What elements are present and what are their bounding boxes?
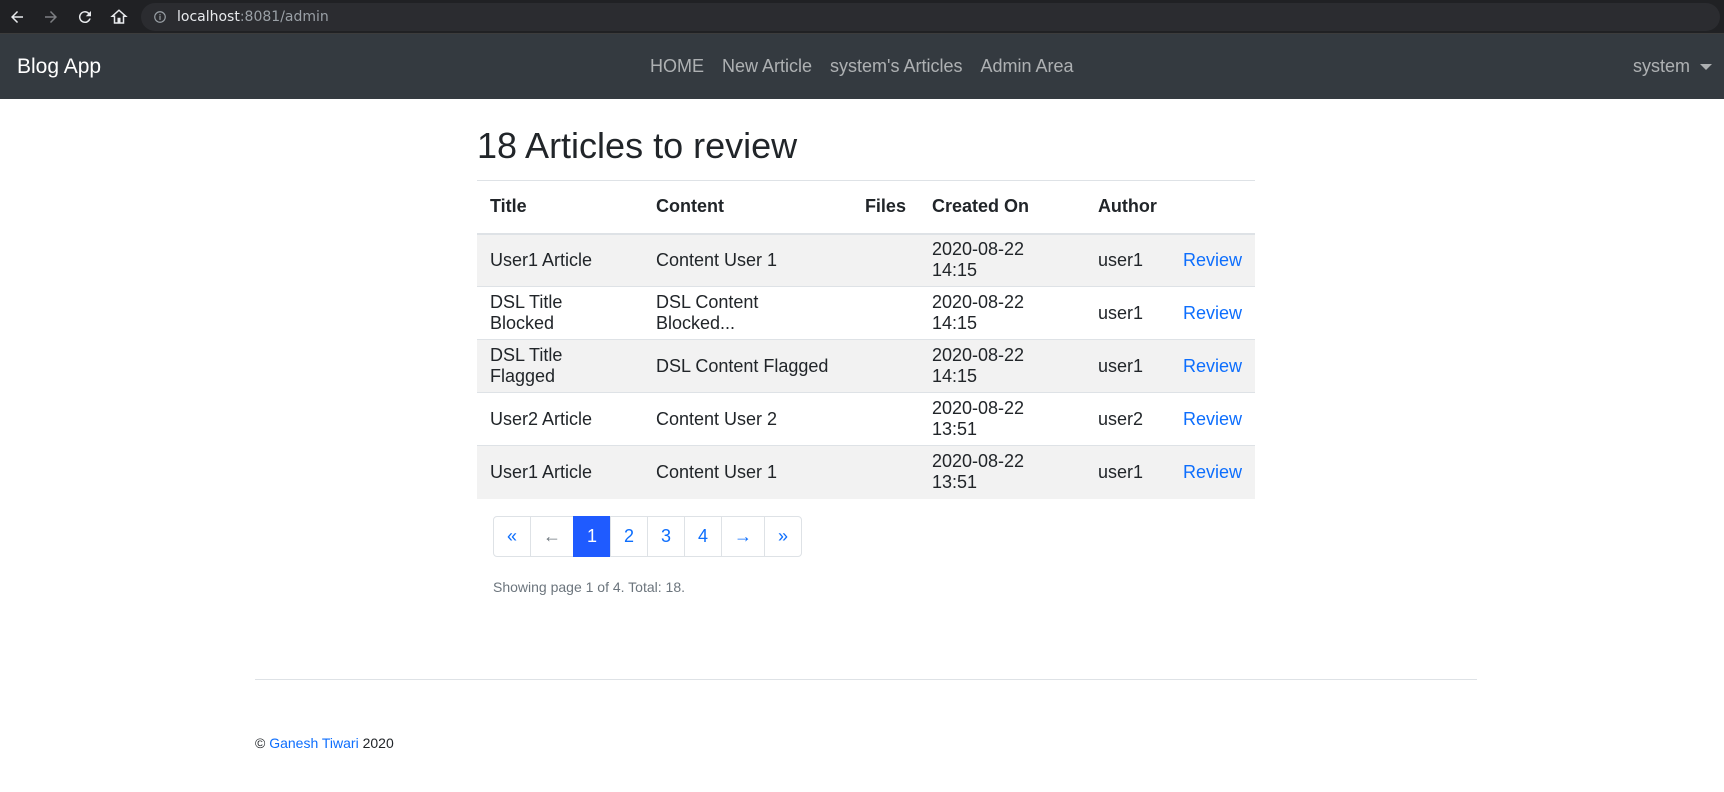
nav-admin-area[interactable]: Admin Area (981, 56, 1074, 77)
cell-content: Content User 1 (642, 233, 852, 287)
app-navbar: Blog App HOME New Article system's Artic… (0, 34, 1724, 99)
cell-content: Content User 1 (642, 445, 852, 499)
user-name: system (1632, 56, 1690, 76)
pagination: « ← 1 2 3 4 → » (493, 515, 1255, 557)
review-link[interactable]: Review (1183, 303, 1242, 323)
cell-title: DSL Title Flagged (477, 339, 643, 393)
home-icon[interactable] (102, 0, 136, 34)
table-row: DSL Title Blocked DSL Content Blocked...… (477, 286, 1255, 340)
cell-title: DSL Title Blocked (477, 286, 643, 340)
review-link[interactable]: Review (1183, 250, 1242, 270)
review-link[interactable]: Review (1183, 356, 1242, 376)
table-row: User2 Article Content User 2 2020-08-22 … (477, 392, 1255, 446)
table-row: User1 Article Content User 1 2020-08-22 … (477, 445, 1255, 499)
cell-created-on: 2020-08-22 14:15 (918, 339, 1085, 393)
cell-action: Review (1169, 339, 1255, 393)
cell-created-on: 2020-08-22 13:51 (918, 445, 1085, 499)
nav-new-article[interactable]: New Article (722, 56, 812, 77)
main-content: 18 Articles to review Title Content File… (477, 124, 1255, 595)
cell-created-on: 2020-08-22 13:51 (918, 392, 1085, 446)
copyright-symbol: © (255, 735, 266, 751)
url-host: localhost (177, 8, 240, 25)
cell-author: user1 (1084, 339, 1170, 393)
articles-table: Title Content Files Created On Author Us… (477, 180, 1255, 499)
table-row: User1 Article Content User 1 2020-08-22 … (477, 233, 1255, 287)
cell-created-on: 2020-08-22 14:15 (918, 233, 1085, 287)
caret-down-icon (1700, 63, 1712, 70)
cell-title: User2 Article (477, 392, 643, 446)
nav-home[interactable]: HOME (650, 56, 704, 77)
header-created-on: Created On (918, 180, 1085, 235)
cell-action: Review (1169, 233, 1255, 287)
cell-files (851, 445, 919, 499)
header-action (1169, 180, 1255, 235)
page-first-button[interactable]: « (493, 515, 531, 557)
header-content: Content (642, 180, 852, 235)
cell-author: user1 (1084, 233, 1170, 287)
url-path: :8081/admin (239, 8, 329, 25)
cell-content: DSL Content Blocked... (642, 286, 852, 340)
review-link[interactable]: Review (1183, 409, 1242, 429)
cell-action: Review (1169, 392, 1255, 446)
cell-action: Review (1169, 286, 1255, 340)
browser-toolbar: localhost:8081/admin (0, 0, 1724, 34)
review-link[interactable]: Review (1183, 462, 1242, 482)
cell-files (851, 339, 919, 393)
page-2-button[interactable]: 2 (610, 515, 648, 557)
footer: © Ganesh Tiwari 2020 (255, 735, 394, 751)
page-title: 18 Articles to review (477, 125, 798, 166)
reload-icon[interactable] (68, 0, 102, 34)
info-icon[interactable] (153, 10, 167, 24)
page-info-text: Showing page 1 of 4. Total: 18. (493, 578, 685, 595)
author-link[interactable]: Ganesh Tiwari (269, 735, 358, 751)
cell-files (851, 392, 919, 446)
header-files: Files (851, 180, 919, 235)
forward-arrow-icon[interactable] (34, 0, 68, 34)
nav-my-articles[interactable]: system's Articles (830, 56, 962, 77)
cell-content: DSL Content Flagged (642, 339, 852, 393)
cell-author: user1 (1084, 286, 1170, 340)
page-prev-button[interactable]: ← (530, 515, 574, 557)
back-arrow-icon[interactable] (0, 0, 34, 34)
page-next-button[interactable]: → (721, 515, 765, 557)
user-dropdown[interactable]: system (1633, 34, 1712, 99)
cell-created-on: 2020-08-22 14:15 (918, 286, 1085, 340)
cell-content: Content User 2 (642, 392, 852, 446)
cell-author: user2 (1084, 392, 1170, 446)
table-header-row: Title Content Files Created On Author (477, 180, 1255, 235)
cell-files (851, 286, 919, 340)
nav-links: HOME New Article system's Articles Admin… (650, 34, 1092, 99)
page-4-button[interactable]: 4 (684, 515, 722, 557)
header-title: Title (477, 180, 643, 235)
cell-title: User1 Article (477, 445, 643, 499)
cell-files (851, 233, 919, 287)
cell-action: Review (1169, 445, 1255, 499)
page-last-button[interactable]: » (764, 515, 802, 557)
brand-logo[interactable]: Blog App (17, 34, 101, 99)
cell-author: user1 (1084, 445, 1170, 499)
header-author: Author (1084, 180, 1170, 235)
footer-year: 2020 (362, 735, 394, 751)
page-1-button[interactable]: 1 (573, 515, 611, 557)
footer-divider (255, 679, 1477, 680)
page-3-button[interactable]: 3 (647, 515, 685, 557)
table-row: DSL Title Flagged DSL Content Flagged 20… (477, 339, 1255, 393)
address-bar[interactable]: localhost:8081/admin (141, 2, 1720, 31)
cell-title: User1 Article (477, 233, 643, 287)
